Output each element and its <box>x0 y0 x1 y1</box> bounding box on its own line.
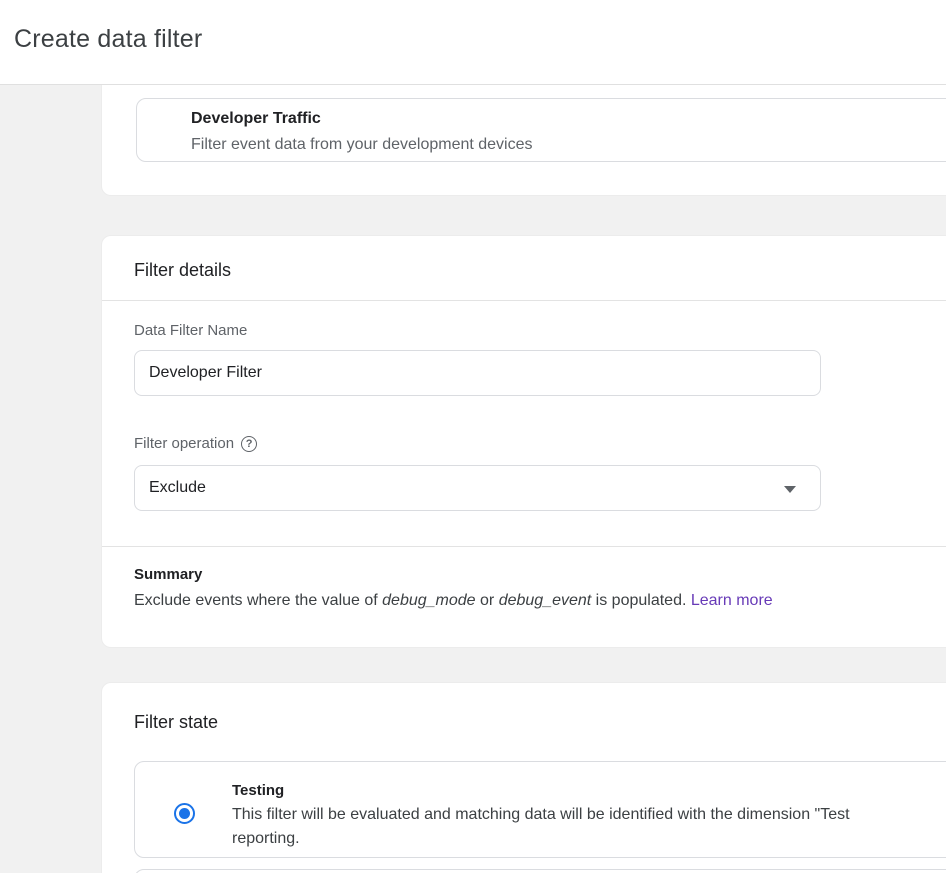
filter-type-description: Filter event data from your development … <box>191 136 533 154</box>
chevron-down-icon <box>784 486 796 493</box>
summary-param-debug-mode: debug_mode <box>382 592 475 609</box>
data-filter-name-input[interactable] <box>134 350 821 396</box>
divider <box>102 300 946 301</box>
filter-state-option-testing[interactable]: Testing This filter will be evaluated an… <box>134 761 946 858</box>
summary-heading: Summary <box>134 566 202 583</box>
filter-type-option-developer-traffic[interactable]: Developer Traffic Filter event data from… <box>136 98 946 162</box>
divider <box>102 546 946 547</box>
testing-option-description-line1: This filter will be evaluated and matchi… <box>232 803 850 827</box>
summary-text-prefix: Exclude events where the value of <box>134 592 382 609</box>
help-icon[interactable]: ? <box>241 436 257 452</box>
filter-state-card: Filter state Testing This filter will be… <box>101 682 946 873</box>
filter-state-heading: Filter state <box>134 712 218 733</box>
filter-details-card: Filter details Data Filter Name Filter o… <box>101 235 946 648</box>
page-header: Create data filter <box>0 0 946 85</box>
testing-radio-selected[interactable] <box>174 803 195 824</box>
filter-operation-label-text: Filter operation <box>134 435 234 452</box>
filter-type-card: Developer Traffic Filter event data from… <box>101 85 946 196</box>
testing-option-description-line2: reporting. <box>232 827 850 851</box>
create-data-filter-page: Create data filter Developer Traffic Fil… <box>0 0 946 873</box>
filter-operation-select[interactable]: Exclude <box>134 465 821 511</box>
page-title: Create data filter <box>14 25 202 54</box>
filter-operation-label: Filter operation ? <box>134 435 257 452</box>
filter-operation-value: Exclude <box>149 479 206 497</box>
summary-text-suffix: is populated. <box>591 592 691 609</box>
filter-state-option-2[interactable] <box>134 869 946 873</box>
radio-dot <box>179 808 190 819</box>
data-filter-name-label: Data Filter Name <box>134 322 247 339</box>
summary-param-debug-event: debug_event <box>499 592 592 609</box>
summary-text: Exclude events where the value of debug_… <box>134 592 773 610</box>
filter-type-title: Developer Traffic <box>191 110 321 128</box>
testing-option-title: Testing <box>232 779 850 803</box>
filter-details-heading: Filter details <box>134 260 231 281</box>
summary-text-mid: or <box>476 592 499 609</box>
testing-option-text: Testing This filter will be evaluated an… <box>232 779 850 851</box>
learn-more-link[interactable]: Learn more <box>691 592 773 609</box>
